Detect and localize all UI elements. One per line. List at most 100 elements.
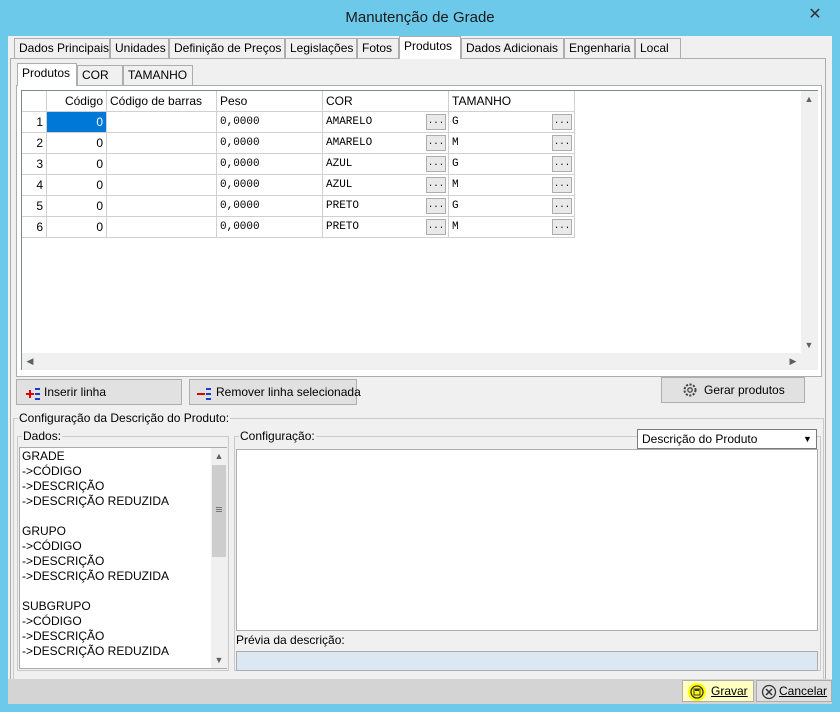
tab-fotos[interactable]: Fotos xyxy=(357,38,399,59)
ellipsis-button[interactable]: ... xyxy=(426,135,446,151)
ellipsis-button[interactable]: ... xyxy=(552,177,572,193)
remove-row-button[interactable]: Remover linha selecionada xyxy=(189,379,361,405)
ellipsis-button[interactable]: ... xyxy=(552,198,572,214)
grid-vertical-scrollbar[interactable]: ▲ ▼ xyxy=(801,91,818,353)
ellipsis-button[interactable]: ... xyxy=(426,198,446,214)
ellipsis-button[interactable]: ... xyxy=(426,156,446,172)
cell-codigo[interactable]: 0 xyxy=(47,175,107,196)
cell-cor[interactable]: AMARELO... xyxy=(323,112,449,133)
dados-listbox[interactable]: GRADE ->CÓDIGO ->DESCRIÇÃO ->DESCRIÇÃO REDU… xyxy=(19,447,227,669)
cell-peso[interactable]: 0,0000 xyxy=(217,133,323,154)
table-row[interactable]: 6 0 0,0000 PRETO... M... xyxy=(22,217,575,238)
table-row[interactable]: 2 0 0,0000 AMARELO... M... xyxy=(22,133,575,154)
cell-codigo[interactable]: 0 xyxy=(47,133,107,154)
list-item[interactable]: ->DESCRIÇÃO REDUZIDA xyxy=(22,569,210,584)
tab-engenharia[interactable]: Engenharia xyxy=(564,38,635,59)
tab-dados-principais[interactable]: Dados Principais xyxy=(14,38,110,59)
grid-horizontal-scrollbar[interactable]: ◀ ▶ xyxy=(22,353,801,370)
cell-tamanho[interactable]: G... xyxy=(449,196,575,217)
cell-codigo[interactable]: 0 xyxy=(47,112,107,133)
cell-codigo[interactable]: 0 xyxy=(47,196,107,217)
cell-tamanho[interactable]: M... xyxy=(449,217,575,238)
config-groupbox: Configuração da Descrição do Produto: Da… xyxy=(13,411,824,703)
description-type-select[interactable]: Descrição do Produto ▼ xyxy=(637,429,817,449)
scroll-down-icon[interactable]: ▼ xyxy=(801,337,817,353)
list-item[interactable]: ->CÓDIGO xyxy=(22,464,210,479)
list-item[interactable] xyxy=(22,584,210,599)
cell-tamanho[interactable]: G... xyxy=(449,112,575,133)
cell-peso[interactable]: 0,0000 xyxy=(217,175,323,196)
subtab-produtos[interactable]: Produtos xyxy=(17,63,77,86)
tab-local[interactable]: Local xyxy=(635,38,681,59)
cell-codigo-barras[interactable] xyxy=(107,217,217,238)
cell-codigo-barras[interactable] xyxy=(107,112,217,133)
scroll-thumb[interactable] xyxy=(212,465,226,557)
chevron-down-icon[interactable]: ▼ xyxy=(799,430,816,448)
configuracao-textarea[interactable] xyxy=(236,449,818,631)
cell-codigo-barras[interactable] xyxy=(107,196,217,217)
generate-products-button[interactable]: Gerar produtos xyxy=(661,377,805,403)
cell-cor[interactable]: PRETO... xyxy=(323,196,449,217)
col-header-tamanho[interactable]: TAMANHO xyxy=(449,91,575,112)
table-row[interactable]: 3 0 0,0000 AZUL... G... xyxy=(22,154,575,175)
ellipsis-button[interactable]: ... xyxy=(552,114,572,130)
cell-tamanho[interactable]: G... xyxy=(449,154,575,175)
cell-peso[interactable]: 0,0000 xyxy=(217,112,323,133)
list-item[interactable]: ->CÓDIGO xyxy=(22,539,210,554)
subtab-cor[interactable]: COR xyxy=(77,65,123,86)
list-item[interactable]: ->DESCRIÇÃO xyxy=(22,629,210,644)
cell-cor[interactable]: AMARELO... xyxy=(323,133,449,154)
tab-dados-adicionais[interactable]: Dados Adicionais xyxy=(461,38,564,59)
ellipsis-button[interactable]: ... xyxy=(552,219,572,235)
tab-produtos[interactable]: Produtos xyxy=(399,36,461,59)
scroll-down-icon[interactable]: ▼ xyxy=(211,652,227,668)
dados-scrollbar[interactable]: ▲ ▼ xyxy=(211,448,227,668)
scroll-up-icon[interactable]: ▲ xyxy=(801,91,817,107)
list-item[interactable]: GRUPO xyxy=(22,524,210,539)
cell-codigo-barras[interactable] xyxy=(107,154,217,175)
col-header-peso[interactable]: Peso xyxy=(217,91,323,112)
tab-defini-o-de-pre-os[interactable]: Definição de Preços xyxy=(169,38,285,59)
list-item[interactable]: ->CÓDIGO xyxy=(22,614,210,629)
list-item[interactable]: GRADE xyxy=(22,449,210,464)
list-item[interactable]: SUBGRUPO xyxy=(22,599,210,614)
table-row[interactable]: 4 0 0,0000 AZUL... M... xyxy=(22,175,575,196)
ellipsis-button[interactable]: ... xyxy=(552,156,572,172)
table-row[interactable]: 5 0 0,0000 PRETO... G... xyxy=(22,196,575,217)
col-header-codigo-barras[interactable]: Código de barras xyxy=(107,91,217,112)
insert-row-button[interactable]: Inserir linha xyxy=(16,379,182,405)
tab-legisla-es[interactable]: Legislações xyxy=(285,38,357,59)
table-row[interactable]: 1 0 0,0000 AMARELO... G... xyxy=(22,112,575,133)
list-item[interactable]: ->DESCRIÇÃO REDUZIDA xyxy=(22,494,210,509)
subtab-tamanho[interactable]: TAMANHO xyxy=(123,65,193,86)
list-item[interactable]: ->DESCRIÇÃO xyxy=(22,479,210,494)
scroll-up-icon[interactable]: ▲ xyxy=(211,448,227,464)
scroll-right-icon[interactable]: ▶ xyxy=(785,353,801,369)
ellipsis-button[interactable]: ... xyxy=(426,114,446,130)
cell-cor[interactable]: AZUL... xyxy=(323,175,449,196)
col-header-cor[interactable]: COR xyxy=(323,91,449,112)
close-icon[interactable]: ✕ xyxy=(800,0,830,30)
cell-cor[interactable]: PRETO... xyxy=(323,217,449,238)
list-item[interactable]: ->DESCRIÇÃO REDUZIDA xyxy=(22,644,210,659)
cell-codigo[interactable]: 0 xyxy=(47,217,107,238)
list-item[interactable] xyxy=(22,509,210,524)
save-button[interactable]: Gravar xyxy=(682,680,754,702)
tab-unidades[interactable]: Unidades xyxy=(110,38,169,59)
cell-codigo[interactable]: 0 xyxy=(47,154,107,175)
cell-codigo-barras[interactable] xyxy=(107,175,217,196)
cell-peso[interactable]: 0,0000 xyxy=(217,196,323,217)
list-item[interactable]: ->DESCRIÇÃO xyxy=(22,554,210,569)
scroll-left-icon[interactable]: ◀ xyxy=(22,353,38,369)
cell-codigo-barras[interactable] xyxy=(107,133,217,154)
cancel-button[interactable]: Cancelar xyxy=(756,680,832,702)
cell-peso[interactable]: 0,0000 xyxy=(217,217,323,238)
ellipsis-button[interactable]: ... xyxy=(426,219,446,235)
cell-tamanho[interactable]: M... xyxy=(449,133,575,154)
cell-peso[interactable]: 0,0000 xyxy=(217,154,323,175)
ellipsis-button[interactable]: ... xyxy=(426,177,446,193)
cell-cor[interactable]: AZUL... xyxy=(323,154,449,175)
cell-tamanho[interactable]: M... xyxy=(449,175,575,196)
ellipsis-button[interactable]: ... xyxy=(552,135,572,151)
col-header-codigo[interactable]: Código xyxy=(47,91,107,112)
